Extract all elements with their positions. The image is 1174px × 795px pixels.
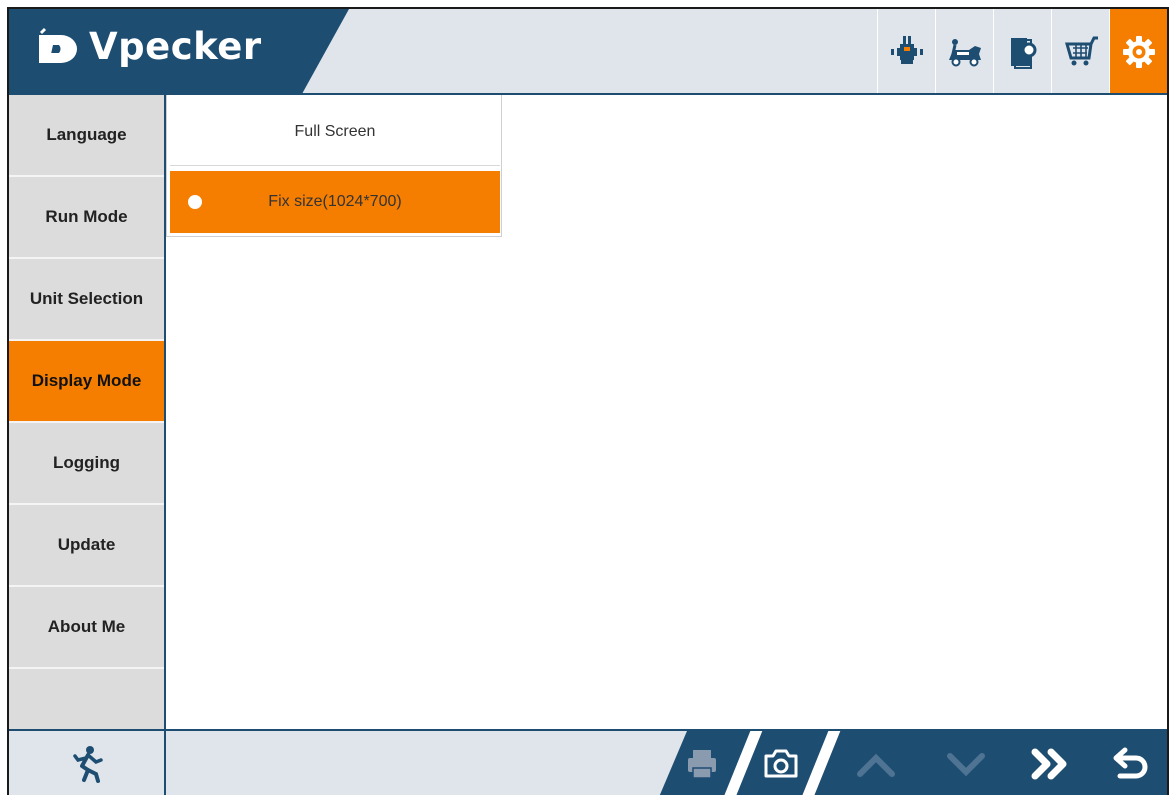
sidebar-item-label: Run Mode bbox=[45, 207, 128, 226]
sidebar-item-about-me[interactable]: About Me bbox=[9, 587, 164, 669]
chevron-up-icon bbox=[857, 753, 895, 777]
top-toolbar bbox=[877, 9, 1167, 95]
option-label: Fix size(1024*700) bbox=[268, 193, 402, 210]
chevron-down-icon bbox=[947, 753, 985, 777]
vehicle-button[interactable] bbox=[935, 9, 993, 95]
display-mode-options: Full Screen Fix size(1024*700) bbox=[166, 95, 502, 237]
bottom-bar bbox=[9, 729, 1167, 795]
sidebar-item-unit-selection[interactable]: Unit Selection bbox=[9, 259, 164, 341]
print-button[interactable] bbox=[667, 731, 737, 795]
vpecker-logo-icon bbox=[39, 27, 77, 63]
exit-button[interactable] bbox=[9, 731, 166, 795]
car-repair-icon bbox=[948, 39, 981, 67]
settings-sidebar: Language Run Mode Unit Selection Display… bbox=[9, 95, 166, 729]
screenshot-button[interactable] bbox=[746, 731, 816, 795]
sidebar-item-update[interactable]: Update bbox=[9, 505, 164, 587]
header: Vpecker bbox=[9, 9, 1167, 95]
page-up-button[interactable] bbox=[841, 731, 911, 795]
engine-diagnostic-icon bbox=[890, 36, 923, 64]
option-label: Full Screen bbox=[294, 123, 376, 140]
sidebar-item-label: Update bbox=[57, 535, 116, 554]
sidebar-item-label: Unit Selection bbox=[29, 289, 144, 308]
printer-icon bbox=[688, 750, 716, 779]
option-fix-size[interactable]: Fix size(1024*700) bbox=[170, 171, 500, 233]
sidebar-item-label: Logging bbox=[52, 453, 121, 472]
shopping-cart-icon bbox=[1064, 36, 1098, 66]
radio-selected-icon bbox=[188, 195, 202, 209]
brand-name: Vpecker bbox=[89, 25, 262, 68]
main-content: Full Screen Fix size(1024*700) bbox=[166, 95, 1167, 729]
sidebar-item-label: Language bbox=[46, 125, 127, 144]
next-button[interactable] bbox=[1016, 731, 1086, 795]
running-man-icon bbox=[72, 746, 103, 783]
sidebar-item-label: Display Mode bbox=[31, 371, 142, 390]
manual-button[interactable] bbox=[993, 9, 1051, 95]
double-chevron-right-icon bbox=[1031, 748, 1067, 780]
sidebar-item-logging[interactable]: Logging bbox=[9, 423, 164, 505]
back-button[interactable] bbox=[1095, 731, 1165, 795]
return-icon bbox=[1113, 747, 1148, 779]
sidebar-item-display-mode[interactable]: Display Mode bbox=[9, 341, 164, 423]
gear-icon bbox=[1122, 36, 1155, 68]
book-search-icon bbox=[1010, 38, 1036, 69]
sidebar-item-run-mode[interactable]: Run Mode bbox=[9, 177, 164, 259]
page-down-button[interactable] bbox=[931, 731, 1001, 795]
brand-banner: Vpecker bbox=[9, 9, 349, 95]
sidebar-item-language[interactable]: Language bbox=[9, 95, 164, 177]
settings-button[interactable] bbox=[1109, 9, 1167, 95]
app-window: Vpecker Language Run Mode Unit Selection… bbox=[7, 7, 1169, 795]
camera-icon bbox=[764, 749, 798, 778]
option-full-screen[interactable]: Full Screen bbox=[170, 99, 500, 166]
shop-button[interactable] bbox=[1051, 9, 1109, 95]
diagnose-button[interactable] bbox=[877, 9, 935, 95]
sidebar-item-label: About Me bbox=[47, 617, 126, 636]
